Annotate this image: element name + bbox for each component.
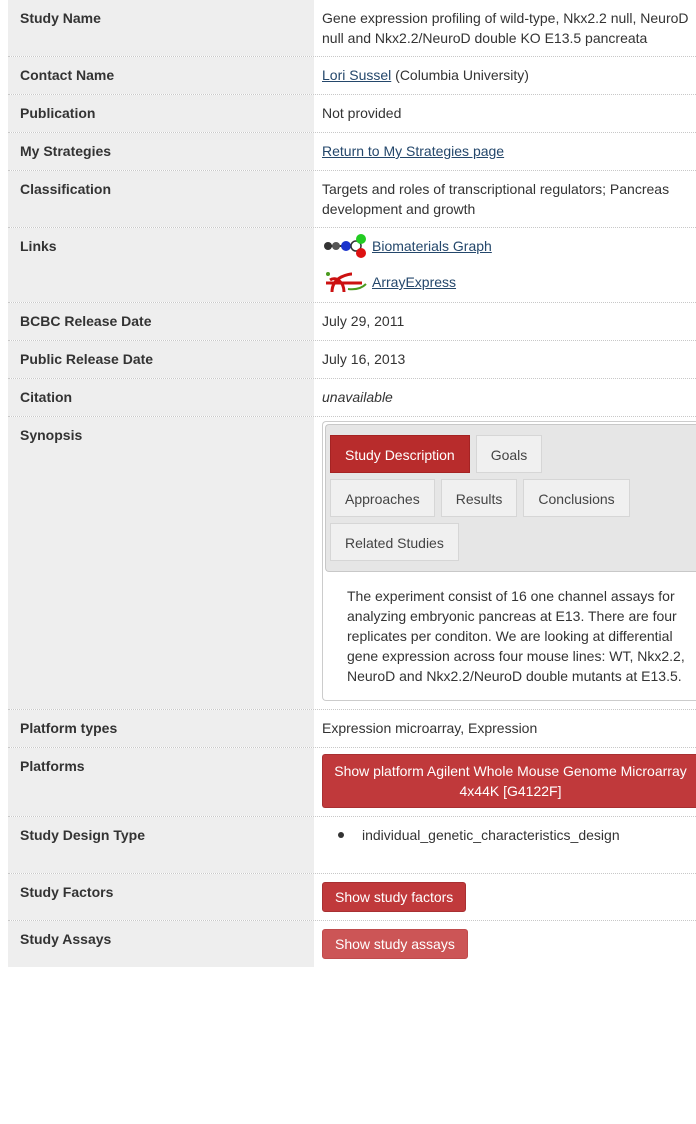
synopsis-tabs: Study Description Goals Approaches Resul… (325, 424, 696, 572)
arrayexpress-link[interactable]: ArrayExpress (372, 272, 456, 292)
tab-goals[interactable]: Goals (475, 435, 543, 473)
row-bcbc-release-date: BCBC Release Date July 29, 2011 (8, 303, 696, 341)
label-study-name: Study Name (8, 0, 314, 56)
bullet-icon (338, 832, 344, 838)
row-classification: Classification Targets and roles of tran… (8, 171, 696, 228)
study-details-table: Study Name Gene expression profiling of … (8, 0, 696, 967)
tab-related-studies[interactable]: Related Studies (330, 523, 459, 561)
row-links: Links Biomaterials Graph ArrayExpress (8, 228, 696, 303)
synopsis-panel: Study Description Goals Approaches Resul… (322, 421, 696, 701)
show-platform-button[interactable]: Show platform Agilent Whole Mouse Genome… (322, 754, 696, 808)
value-synopsis: Study Description Goals Approaches Resul… (314, 417, 696, 709)
row-study-name: Study Name Gene expression profiling of … (8, 0, 696, 57)
label-contact-name: Contact Name (8, 57, 314, 94)
label-public-release-date: Public Release Date (8, 341, 314, 378)
row-study-assays: Study Assays Show study assays (8, 921, 696, 967)
row-my-strategies: My Strategies Return to My Strategies pa… (8, 133, 696, 171)
label-platform-types: Platform types (8, 710, 314, 747)
value-study-name: Gene expression profiling of wild-type, … (322, 10, 689, 46)
value-my-strategies: Return to My Strategies page (314, 133, 696, 170)
study-description-text: The experiment consist of 16 one channel… (347, 588, 685, 684)
row-study-factors: Study Factors Show study factors (8, 874, 696, 921)
value-study-assays: Show study assays (314, 921, 696, 967)
label-bcbc-release-date: BCBC Release Date (8, 303, 314, 340)
value-bcbc-release-date: July 29, 2011 (322, 313, 405, 329)
row-citation: Citation unavailable (8, 379, 696, 417)
label-study-factors: Study Factors (8, 874, 314, 920)
tab-study-description[interactable]: Study Description (330, 435, 470, 473)
label-synopsis: Synopsis (8, 417, 314, 709)
my-strategies-link[interactable]: Return to My Strategies page (322, 143, 504, 159)
row-publication: Publication Not provided (8, 95, 696, 133)
tab-approaches[interactable]: Approaches (330, 479, 435, 517)
label-study-assays: Study Assays (8, 921, 314, 967)
value-study-factors: Show study factors (314, 874, 696, 920)
value-public-release-date: July 16, 2013 (322, 351, 406, 367)
show-study-assays-button[interactable]: Show study assays (322, 929, 468, 959)
row-synopsis: Synopsis Study Description Goals Approac… (8, 417, 696, 710)
arrayexpress-logo-icon (326, 272, 367, 293)
contact-link[interactable]: Lori Sussel (322, 67, 391, 83)
design-type-text: individual_genetic_characteristics_desig… (362, 827, 620, 843)
tab-results[interactable]: Results (440, 479, 518, 517)
value-platform-types: Expression microarray, Expression (322, 720, 538, 736)
value-platforms: Show platform Agilent Whole Mouse Genome… (314, 748, 696, 816)
label-my-strategies: My Strategies (8, 133, 314, 170)
row-contact-name: Contact Name Lori Sussel (Columbia Unive… (8, 57, 696, 95)
label-links: Links (8, 228, 314, 302)
label-classification: Classification (8, 171, 314, 227)
value-classification: Targets and roles of transcriptional reg… (322, 181, 670, 217)
row-public-release-date: Public Release Date July 16, 2013 (8, 341, 696, 379)
value-contact-name: Lori Sussel (Columbia University) (314, 57, 696, 94)
arrayexpress-link-row: ArrayExpress (322, 270, 696, 294)
label-study-design-type: Study Design Type (8, 817, 314, 873)
value-study-design-type: individual_genetic_characteristics_desig… (314, 817, 696, 873)
label-citation: Citation (8, 379, 314, 416)
value-citation: unavailable (322, 389, 393, 405)
label-platforms: Platforms (8, 748, 314, 816)
value-links: Biomaterials Graph ArrayExpress (314, 228, 696, 302)
row-platform-types: Platform types Expression microarray, Ex… (8, 710, 696, 748)
biomaterials-graph-icon (324, 234, 366, 258)
value-publication: Not provided (322, 105, 402, 121)
biomaterials-link-row: Biomaterials Graph (322, 234, 696, 258)
tab-conclusions[interactable]: Conclusions (523, 479, 630, 517)
row-study-design-type: Study Design Type individual_genetic_cha… (8, 817, 696, 874)
design-type-item: individual_genetic_characteristics_desig… (322, 825, 696, 845)
show-study-factors-button[interactable]: Show study factors (322, 882, 467, 912)
biomaterials-graph-link[interactable]: Biomaterials Graph (372, 236, 492, 256)
label-publication: Publication (8, 95, 314, 132)
contact-affiliation: (Columbia University) (395, 67, 529, 83)
row-platforms: Platforms Show platform Agilent Whole Mo… (8, 748, 696, 817)
